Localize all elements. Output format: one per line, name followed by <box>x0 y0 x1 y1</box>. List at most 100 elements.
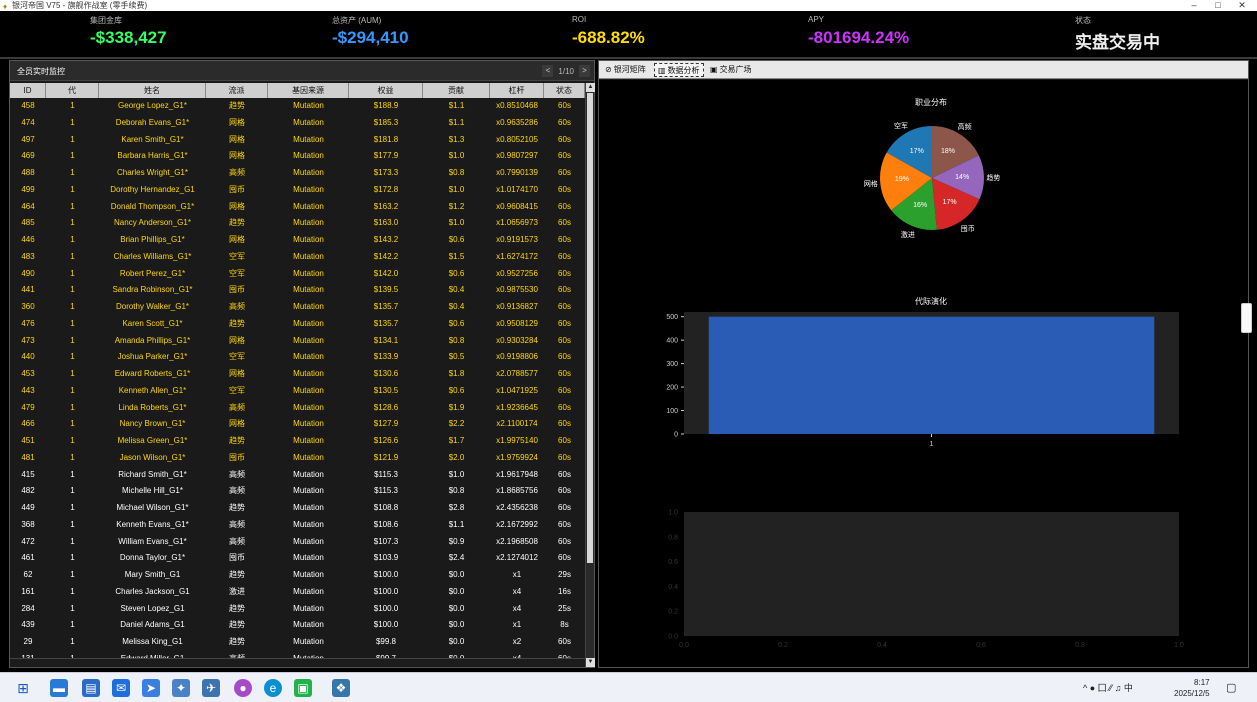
close-button[interactable]: ✕ <box>1232 0 1252 11</box>
table-row[interactable]: 472 1 William Evans_G1* 高频 Mutation $107.3 $0.… <box>10 534 585 551</box>
table-row[interactable]: 443 1 Kenneth Allen_G1* 空军 Mutation $130.5 $0.… <box>10 383 585 400</box>
table-row[interactable]: 466 1 Nancy Brown_G1* 网格 Mutation $127.9 $2.2 x… <box>10 416 585 433</box>
table-row[interactable]: 481 1 Jason Wilson_G1* 囤币 Mutation $121.9 $2.0… <box>10 450 585 467</box>
table-row[interactable]: 451 1 Melissa Green_G1* 趋势 Mutation $126.6 $1.… <box>10 433 585 450</box>
table-row[interactable]: 497 1 Karen Smith_G1* 网格 Mutation $181.8 $1.3 x… <box>10 132 585 149</box>
monitor-table: ID 代姓名 流派 基因来源 权益 贡献 杠杆 状态 458 1 George Lopez_G1*… <box>10 83 585 668</box>
table-cell: 60s <box>558 352 571 362</box>
table-row[interactable]: 360 1 Dorothy Walker_G1* 高频 Mutation $135.7 $0… <box>10 299 585 316</box>
table-row[interactable]: 476 1 Karen Scott_G1* 趋势 Mutation $135.7 $0.6 x… <box>10 316 585 333</box>
table-cell: Mutation <box>293 519 324 529</box>
table-row[interactable]: 458 1 George Lopez_G1* 趋势 Mutation $188.9 $1.1… <box>10 98 585 115</box>
table-row[interactable]: 439 1 Daniel Adams_G1 趋势 Mutation $100.0 $0.0 x… <box>10 617 585 634</box>
table-cell: 60s <box>558 503 571 512</box>
table-cell: 1 <box>70 318 75 328</box>
table-row[interactable]: 284 1 Steven Lopez_G1 趋势 Mutation $100.0 $0.0 x… <box>10 601 585 618</box>
column-header[interactable]: ID <box>10 83 46 98</box>
table-row[interactable]: 446 1 Brian Phillips_G1* 网格 Mutation $143.2 $0… <box>10 232 585 249</box>
python-icon[interactable]: ❖ <box>332 679 350 697</box>
edge-drag-handle[interactable] <box>1241 303 1252 333</box>
clock[interactable]: 8:17 2025/12/5 <box>1174 677 1210 699</box>
table-row[interactable]: 161 1 Charles Jackson_G1 激进 Mutation $100.0 $0… <box>10 584 585 601</box>
table-horizontal-scrollbar[interactable] <box>10 658 585 667</box>
table-cell: 1 <box>70 168 75 177</box>
table-row[interactable]: 62 1 Mary Smith_G1 趋势 Mutation $100.0 $0.0 x1 29… <box>10 567 585 584</box>
monitor-title: 全员实时监控 <box>17 67 65 76</box>
table-cell: Jason Wilson_G1* <box>119 452 186 462</box>
notification-icon[interactable]: ▢ <box>1226 681 1236 694</box>
table-row[interactable]: 499 1 Dorothy Hernandez_G1 囤币 Mutation $172.8… <box>10 182 585 199</box>
table-cell: $127.9 <box>373 419 399 429</box>
table-row[interactable]: 490 1 Robert Perez_G1* 空军 Mutation $142.0 $0.6… <box>10 266 585 283</box>
table-cell: 60s <box>558 168 571 177</box>
table-cell: Mutation <box>293 117 324 127</box>
table-vertical-scrollbar[interactable]: ▲ ▼ <box>585 83 595 667</box>
scroll-up-arrow-icon[interactable]: ▲ <box>586 83 595 92</box>
table-cell: 8s <box>560 620 569 630</box>
table-row[interactable]: 415 1 Richard Smith_G1* 高频 Mutation $115.3 $1.… <box>10 467 585 484</box>
table-row[interactable]: 482 1 Michelle Hill_G1* 高频 Mutation $115.3 $0.… <box>10 483 585 500</box>
table-row[interactable]: 474 1 Deborah Evans_G1* 网格 Mutation $185.3 $1.… <box>10 115 585 132</box>
bird-icon[interactable]: ✈ <box>202 679 220 697</box>
table-row[interactable]: 488 1 Charles Wright_G1* 高频 Mutation $173.3 $0… <box>10 165 585 182</box>
paper-plane-icon[interactable]: ➤ <box>142 679 160 697</box>
table-cell: Mutation <box>293 335 324 345</box>
system-tray[interactable]: ^ ● 囗 ⁄⁄ ♫ 中 <box>1083 681 1133 694</box>
scrollbar-thumb[interactable] <box>587 93 593 563</box>
table-cell: 1 <box>70 184 75 194</box>
table-row[interactable]: 461 1 Donna Taylor_G1* 囤币 Mutation $103.9 $2.4… <box>10 550 585 567</box>
table-cell: Karen Scott_G1* <box>122 318 183 328</box>
table-row[interactable]: 469 1 Barbara Harris_G1* 网格 Mutation $177.9 $1… <box>10 148 585 165</box>
prev-page-button[interactable]: < <box>542 65 554 77</box>
windows-start-icon[interactable]: ⊞ <box>14 679 32 697</box>
table-cell: 趋势 <box>229 218 245 228</box>
monitor-header: 全员实时监控 < 1/10 > <box>10 61 594 81</box>
edge-icon[interactable]: e <box>264 679 282 697</box>
table-cell: 60s <box>558 302 571 311</box>
stat-value: -801694.24% <box>808 28 910 47</box>
mail-icon[interactable]: ✉ <box>112 679 130 697</box>
table-cell: Karen Smith_G1* <box>121 134 184 144</box>
table-row[interactable]: 483 1 Charles Williams_G1* 空军 Mutation $142.2… <box>10 249 585 266</box>
table-row[interactable]: 368 1 Kenneth Evans_G1* 高频 Mutation $108.6 $1.… <box>10 517 585 534</box>
table-row[interactable]: 473 1 Amanda Phillips_G1* 网格 Mutation $134.1 $… <box>10 333 585 350</box>
maximize-button[interactable]: □ <box>1208 0 1228 11</box>
table-row[interactable]: 29 1 Melissa King_G1 趋势 Mutation $99.8 $0.0 x2 6… <box>10 634 585 651</box>
table-cell: Dorothy Hernandez_G1 <box>110 184 195 194</box>
table-cell: 趋势 <box>229 318 245 328</box>
tab-data-analysis[interactable]: ▥ 数据分析 <box>654 63 704 77</box>
browser-icon[interactable]: ● <box>234 679 252 697</box>
table-cell: 60s <box>558 251 571 261</box>
table-row[interactable]: 453 1 Edward Roberts_G1* 网格 Mutation $130.6 $1… <box>10 366 585 383</box>
table-row[interactable]: 464 1 Donald Thompson_G1* 网格 Mutation $163.2 $… <box>10 199 585 216</box>
pie-slice-percent: 14% <box>955 173 970 181</box>
column-header[interactable]: 杠杆 <box>490 83 544 98</box>
column-header[interactable]: 基因来源 <box>268 83 349 98</box>
column-header[interactable]: 权益 <box>349 83 423 98</box>
table-row[interactable]: 485 1 Nancy Anderson_G1* 趋势 Mutation $163.0 $1… <box>10 215 585 232</box>
table-cell: 1 <box>70 519 75 529</box>
table-row[interactable]: 449 1 Michael Wilson_G1* 趋势 Mutation $108.8 $2… <box>10 500 585 517</box>
store-icon[interactable]: ▤ <box>82 679 100 697</box>
column-header[interactable]: 贡献 <box>423 83 490 98</box>
table-row[interactable]: 479 1 Linda Roberts_G1* 高频 Mutation $128.6 $1.… <box>10 400 585 417</box>
tab-galaxy-matrix[interactable]: ⊘ 银河矩阵 <box>602 63 649 77</box>
minimize-button[interactable]: – <box>1184 0 1204 11</box>
search-icon[interactable]: ▬ <box>50 679 68 697</box>
scroll-down-arrow-icon[interactable]: ▼ <box>586 658 595 667</box>
table-cell: 469 <box>21 151 35 161</box>
column-header[interactable]: 代 <box>46 83 99 98</box>
tab-trading-plaza[interactable]: ▣ 交易广场 <box>707 63 755 77</box>
table-row[interactable]: 440 1 Joshua Parker_G1* 空军 Mutation $133.9 $0.… <box>10 349 585 366</box>
page-indicator: 1/10 <box>558 66 574 76</box>
column-header[interactable]: 姓名 <box>99 83 206 98</box>
table-cell: 网格 <box>229 201 245 211</box>
table-cell: Mutation <box>293 503 324 512</box>
table-row[interactable]: 441 1 Sandra Robinson_G1* 囤币 Mutation $139.5 $… <box>10 282 585 299</box>
y-tick-label: 1.0 <box>668 510 678 517</box>
editor-icon[interactable]: ▣ <box>294 679 312 697</box>
column-header[interactable]: 状态 <box>544 83 585 98</box>
column-header[interactable]: 流派 <box>206 83 268 98</box>
next-page-button[interactable]: > <box>579 65 590 77</box>
game-icon[interactable]: ✦ <box>172 679 190 697</box>
